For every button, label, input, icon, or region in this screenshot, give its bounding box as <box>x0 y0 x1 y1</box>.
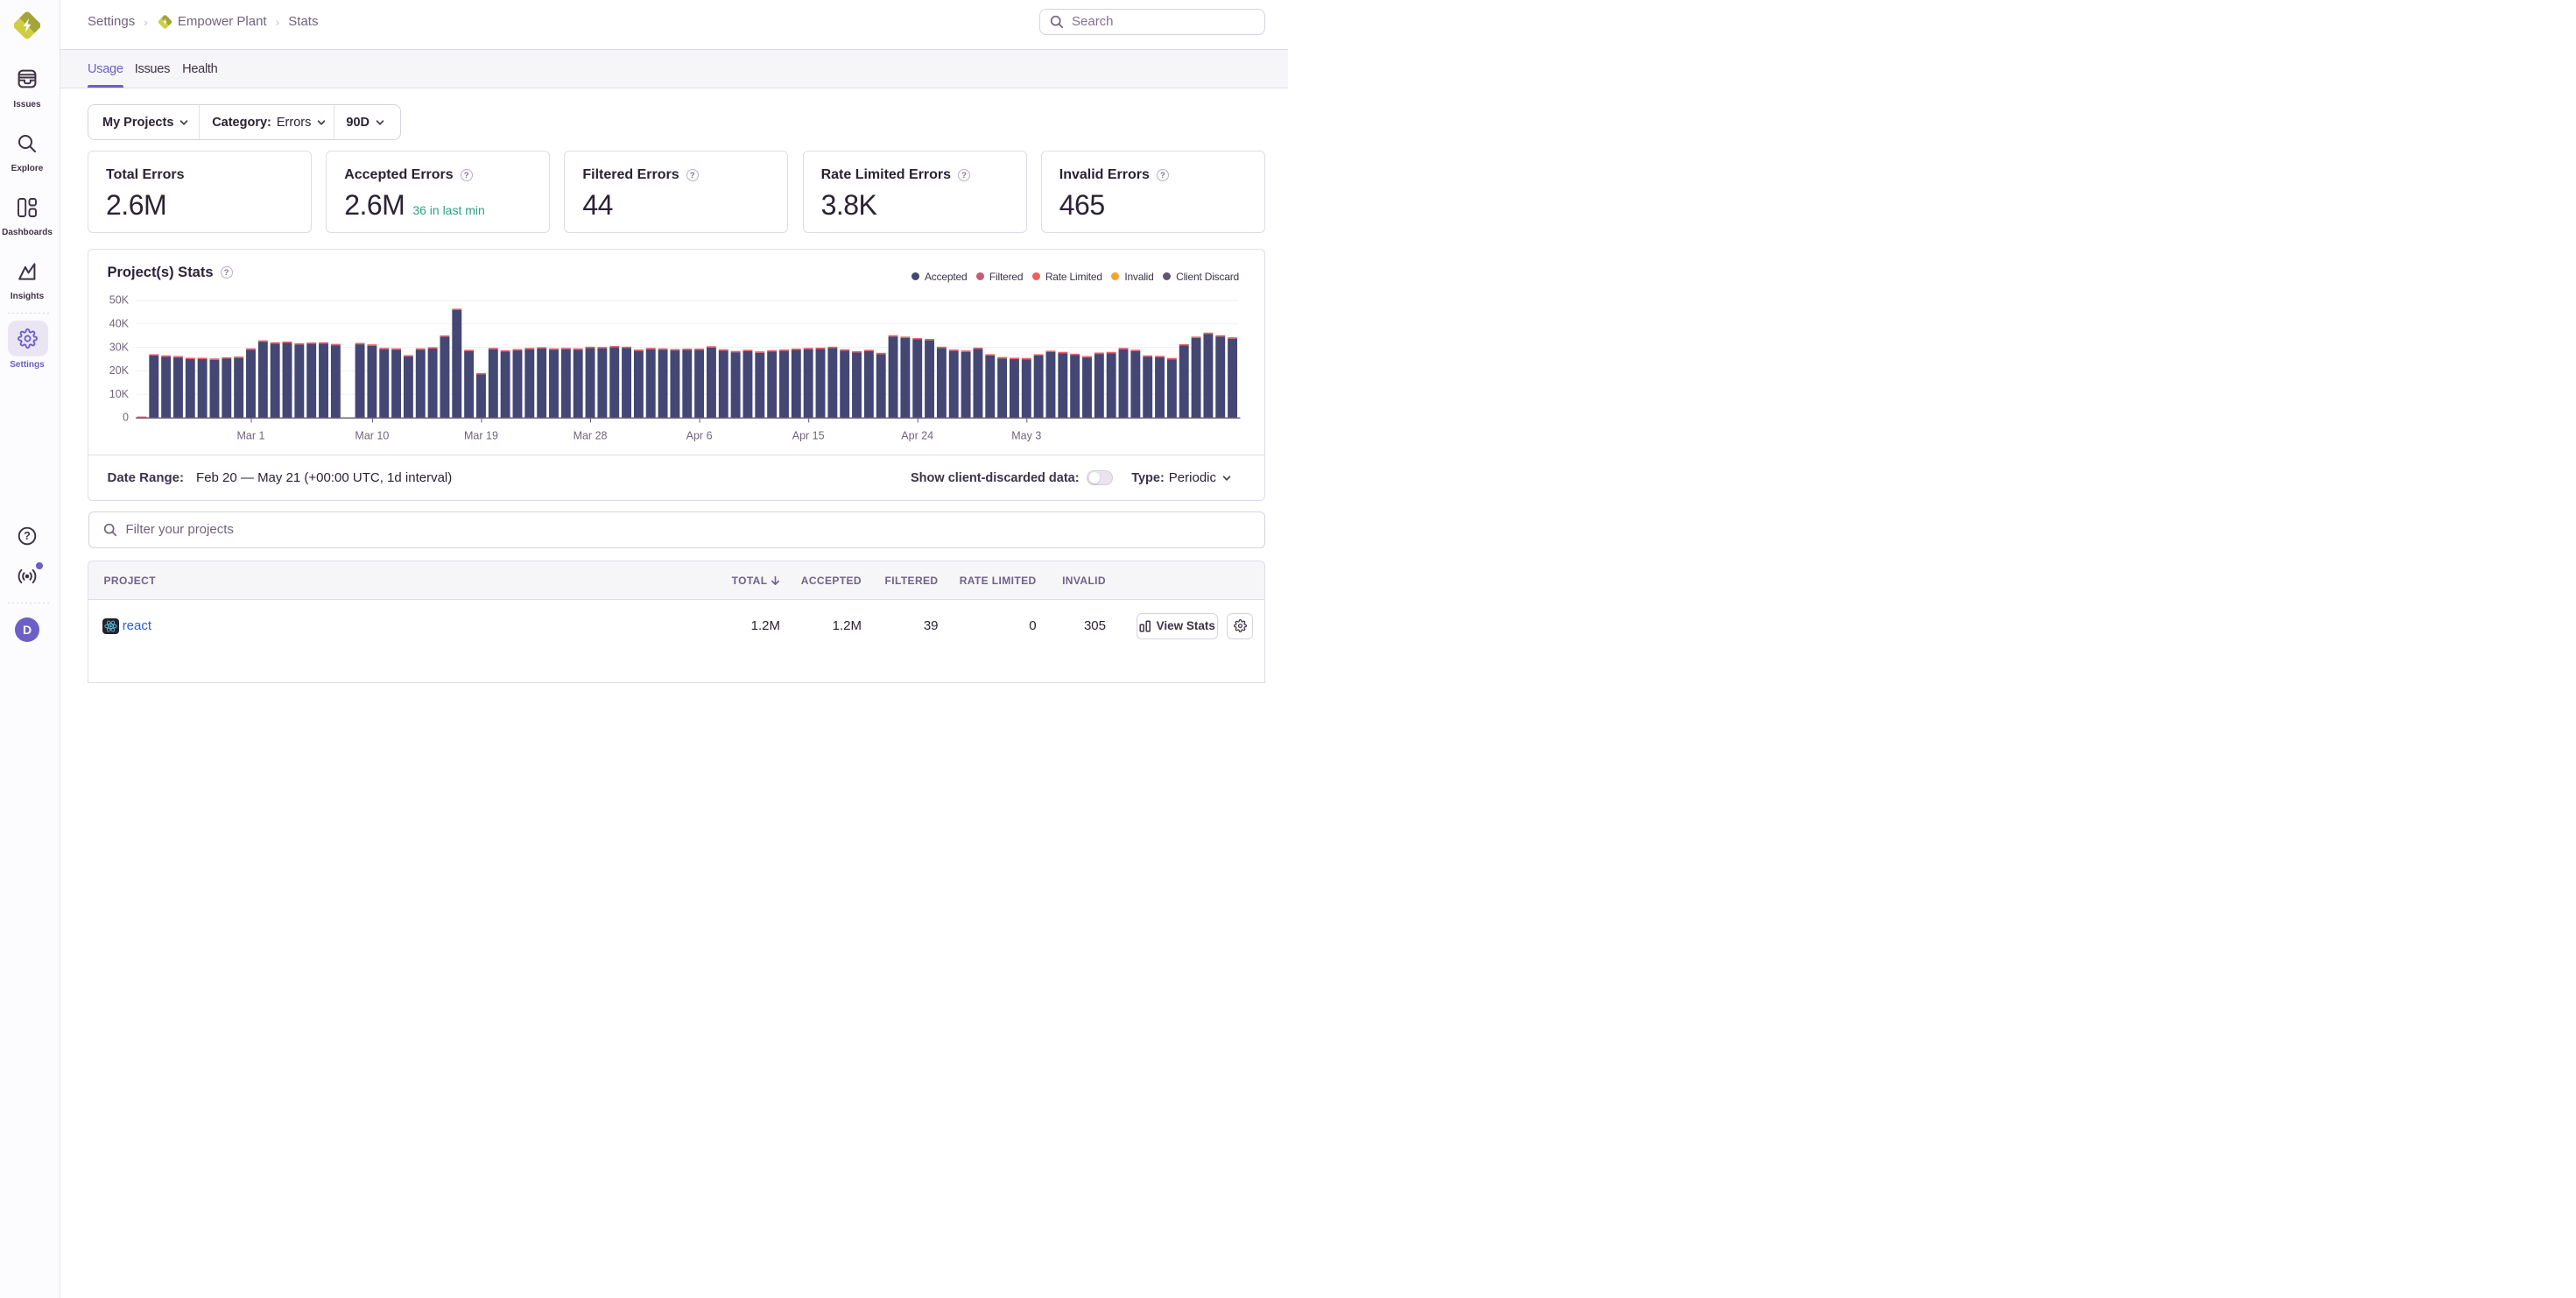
svg-text:30K: 30K <box>109 341 130 353</box>
svg-text:40K: 40K <box>109 317 130 329</box>
svg-text:20K: 20K <box>109 364 130 377</box>
svg-text:Mar 10: Mar 10 <box>355 429 389 441</box>
svg-text:50K: 50K <box>109 293 130 306</box>
svg-text:Apr 15: Apr 15 <box>792 429 825 441</box>
svg-text:Apr 24: Apr 24 <box>901 429 933 441</box>
svg-text:Apr 6: Apr 6 <box>686 429 713 441</box>
svg-text:May 3: May 3 <box>1011 429 1041 441</box>
svg-text:Mar 28: Mar 28 <box>574 429 608 441</box>
svg-text:0: 0 <box>123 411 129 423</box>
svg-text:Mar 19: Mar 19 <box>464 429 498 441</box>
svg-text:?: ? <box>24 530 31 542</box>
svg-text:10K: 10K <box>109 387 130 399</box>
svg-text:Mar 1: Mar 1 <box>237 429 265 441</box>
